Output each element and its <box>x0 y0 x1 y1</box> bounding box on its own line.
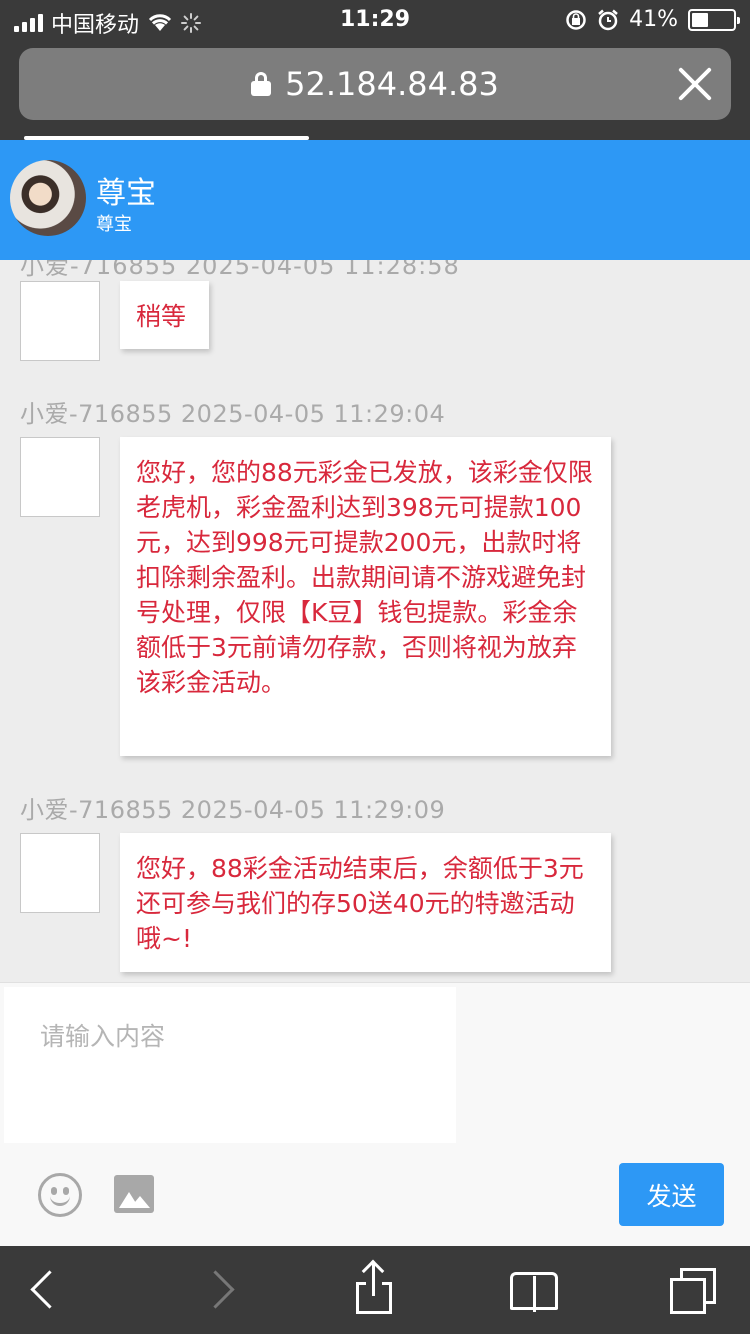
back-icon[interactable] <box>22 1268 66 1312</box>
battery-icon <box>688 8 740 31</box>
message-list[interactable]: 小爱-716855 2025-04-05 11:28:58 稍等 小爱-7168… <box>0 260 750 982</box>
agent-avatar <box>20 437 100 517</box>
chat-subtitle: 尊宝 <box>96 214 132 235</box>
chat-header: 尊宝 尊宝 <box>0 140 750 260</box>
orientation-lock-icon <box>566 9 586 30</box>
message-bubble: 您好，88彩金活动结束后，余额低于3元还可参与我们的存50送40元的特邀活动哦~… <box>120 833 611 972</box>
message-meta: 小爱-716855 2025-04-05 11:29:04 <box>20 400 446 428</box>
agent-avatar <box>20 281 100 361</box>
image-icon[interactable] <box>114 1175 154 1213</box>
emoji-icon[interactable] <box>38 1173 82 1217</box>
share-icon[interactable] <box>352 1259 396 1314</box>
message-bubble: 稍等 <box>120 281 209 349</box>
forward-icon[interactable] <box>200 1268 244 1312</box>
agent-avatar <box>20 833 100 913</box>
avatar <box>10 160 86 236</box>
message-input[interactable]: 请输入内容 <box>4 987 456 1143</box>
close-icon[interactable] <box>677 66 713 102</box>
chat-title: 尊宝 <box>96 176 156 211</box>
message-meta: 小爱-716855 2025-04-05 11:29:09 <box>20 796 446 824</box>
lock-icon <box>251 72 272 96</box>
url-text: 52.184.84.83 <box>285 65 499 103</box>
send-button[interactable]: 发送 <box>619 1163 724 1226</box>
address-bar[interactable]: 52.184.84.83 <box>19 48 731 120</box>
tabs-icon[interactable] <box>670 1268 716 1314</box>
battery-percent: 41% <box>629 7 678 32</box>
browser-url-area: 52.184.84.83 <box>0 40 750 140</box>
status-bar: 中国移动 11:29 41% <box>0 0 750 40</box>
browser-toolbar <box>0 1246 750 1334</box>
bookmarks-icon[interactable] <box>510 1268 558 1312</box>
message-meta: 小爱-716855 2025-04-05 11:28:58 <box>20 260 460 280</box>
message-bubble: 您好，您的88元彩金已发放，该彩金仅限老虎机，彩金盈利达到398元可提款100元… <box>120 437 611 756</box>
alarm-icon <box>598 9 618 30</box>
composer: 请输入内容 发送 <box>0 982 750 1246</box>
